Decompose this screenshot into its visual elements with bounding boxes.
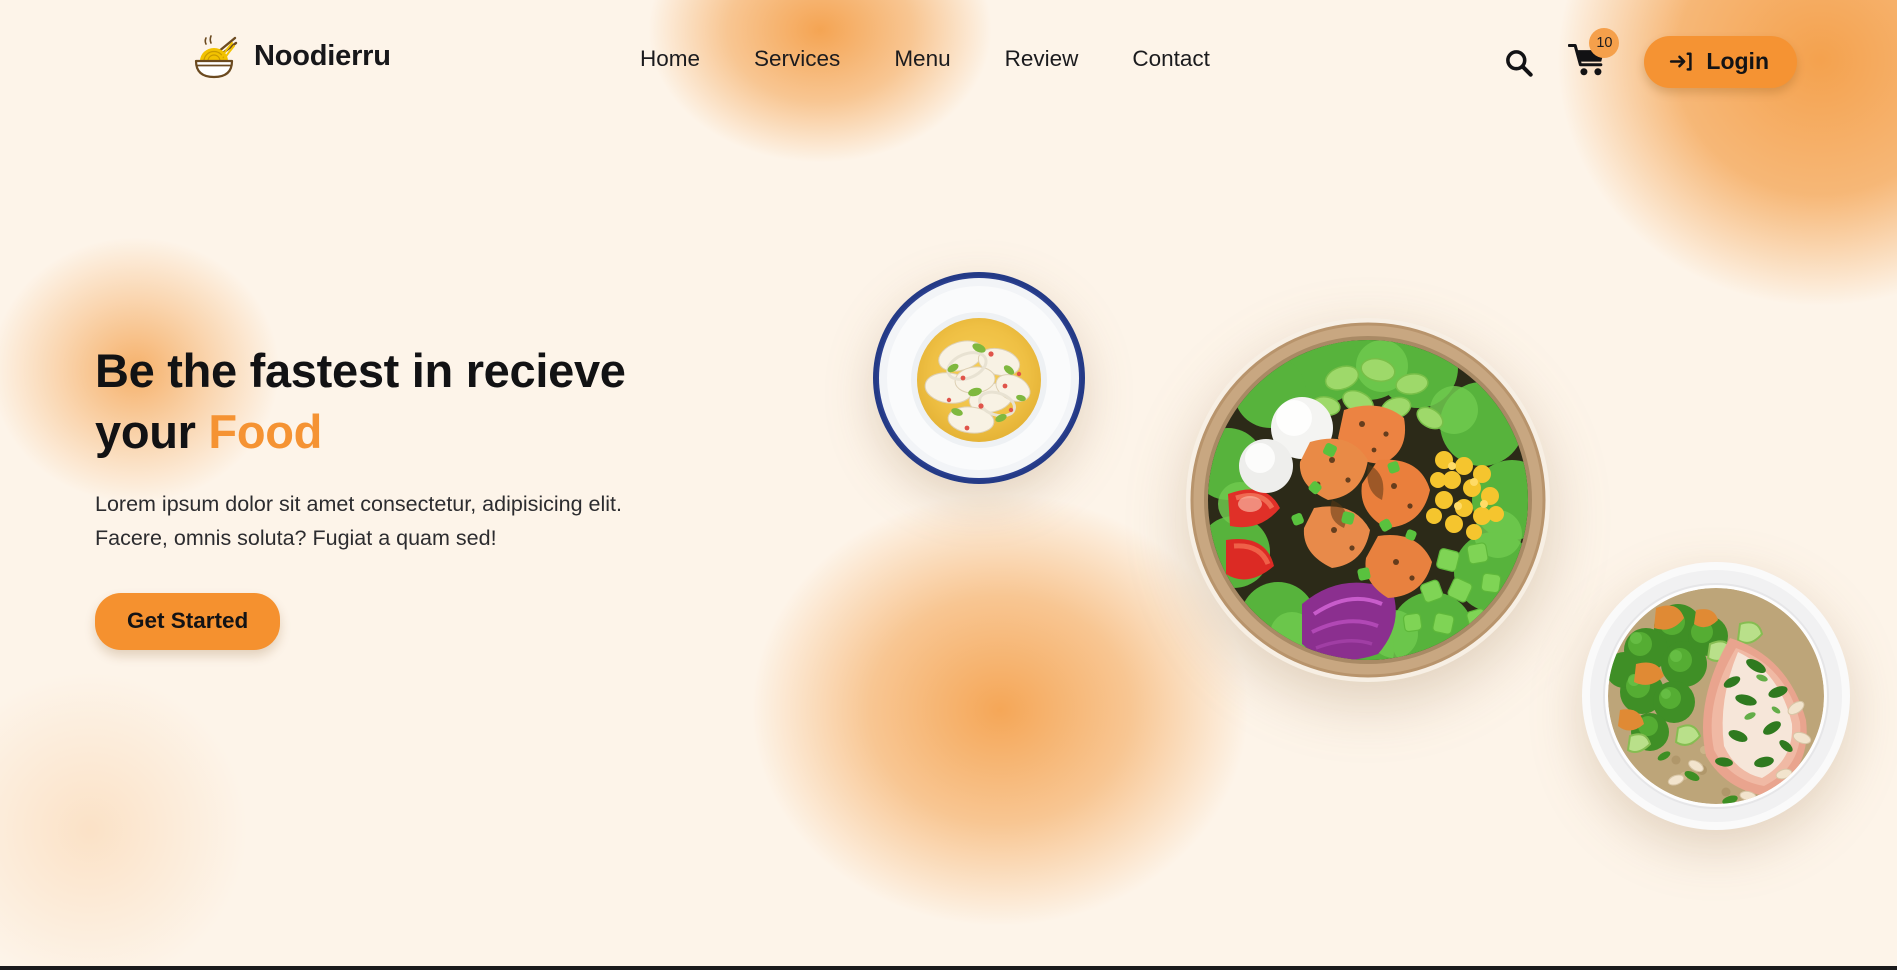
nav-link-services[interactable]: Services bbox=[754, 46, 840, 72]
dish-image-white-bowl-ceviche bbox=[871, 270, 1087, 486]
hero-title-accent: Food bbox=[208, 405, 323, 459]
main-navigation: Home Services Menu Review Contact bbox=[640, 46, 1210, 72]
hero-subtitle-line2: Facere, omnis soluta? Fugiat a quam sed! bbox=[95, 525, 497, 550]
dish-image-poke-grain-bowl bbox=[1182, 314, 1554, 686]
hero-subtitle-line1: Lorem ipsum dolor sit amet consectetur, … bbox=[95, 492, 622, 517]
hero-title: Be the fastest in recieve your Food bbox=[95, 340, 775, 462]
hero-section: Be the fastest in recieve your Food Lore… bbox=[95, 340, 775, 650]
nav-link-home[interactable]: Home bbox=[640, 46, 700, 72]
sign-in-arrow-icon bbox=[1668, 49, 1693, 74]
page-bottom-edge bbox=[0, 966, 1897, 970]
hero-subtitle: Lorem ipsum dolor sit amet consectetur, … bbox=[95, 488, 695, 555]
cart-badge-count[interactable]: 10 bbox=[1589, 28, 1620, 58]
site-header: Noodierru Home Services Menu Review Cont… bbox=[0, 0, 1897, 118]
hero-title-line1: Be the fastest in recieve bbox=[95, 344, 626, 397]
hero-title-line2-prefix: your bbox=[95, 405, 209, 459]
nav-link-menu[interactable]: Menu bbox=[894, 46, 950, 72]
search-button[interactable] bbox=[1503, 47, 1534, 78]
dish-image-salmon-grain-plate bbox=[1580, 560, 1852, 832]
cart-button[interactable]: 10 bbox=[1568, 28, 1620, 82]
noodle-bowl-icon bbox=[188, 30, 240, 82]
brand-logo-link[interactable]: Noodierru bbox=[188, 30, 391, 82]
nav-link-contact[interactable]: Contact bbox=[1132, 46, 1210, 72]
background-glow-lower-left bbox=[0, 620, 300, 970]
get-started-button[interactable]: Get Started bbox=[95, 592, 281, 650]
login-button[interactable]: Login bbox=[1644, 36, 1797, 88]
header-actions: 10 Login bbox=[1503, 28, 1797, 88]
search-icon bbox=[1503, 47, 1534, 78]
brand-name: Noodierru bbox=[254, 39, 391, 72]
nav-link-review[interactable]: Review bbox=[1005, 46, 1079, 72]
login-button-label: Login bbox=[1706, 48, 1769, 74]
landing-page: Noodierru Home Services Menu Review Cont… bbox=[0, 0, 1897, 970]
